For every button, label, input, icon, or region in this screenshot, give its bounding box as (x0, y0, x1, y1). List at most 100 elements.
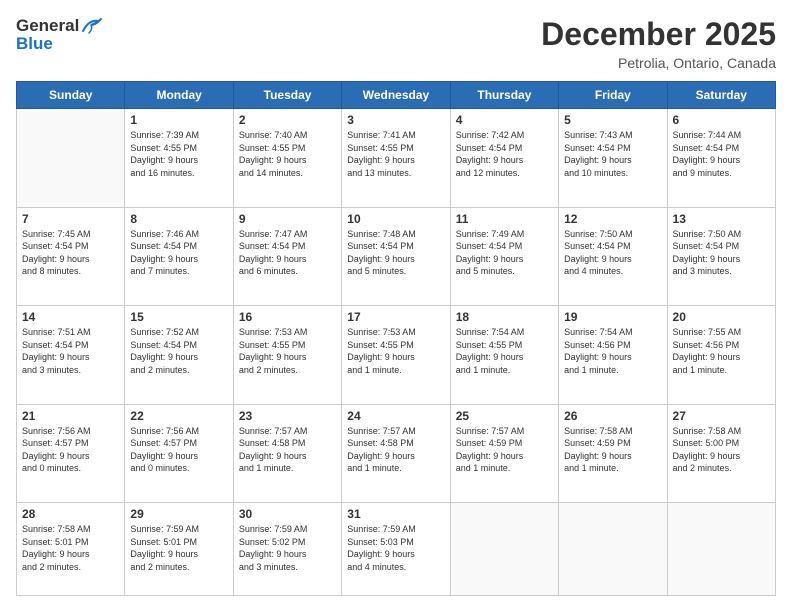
calendar-cell: 1Sunrise: 7:39 AM Sunset: 4:55 PM Daylig… (125, 109, 233, 208)
cell-info: Sunrise: 7:45 AM Sunset: 4:54 PM Dayligh… (22, 228, 119, 278)
cell-info: Sunrise: 7:58 AM Sunset: 4:59 PM Dayligh… (564, 425, 661, 475)
day-number: 12 (564, 212, 661, 226)
calendar-cell: 20Sunrise: 7:55 AM Sunset: 4:56 PM Dayli… (667, 306, 775, 405)
calendar-cell: 18 Sunrise: 7:54 AM Sunset: 4:55 PM Dayli… (450, 306, 558, 405)
cell-info: Sunrise: 7:56 AM Sunset: 4:57 PM Dayligh… (130, 425, 227, 475)
day-number: 21 (22, 409, 119, 423)
cell-info: Sunrise: 7:58 AM Sunset: 5:01 PM Dayligh… (22, 523, 119, 573)
page: General Blue December 2025 Petrolia, Ont… (0, 0, 792, 612)
day-number: 7 (22, 212, 119, 226)
cell-info: Sunrise: 7:59 AM Sunset: 5:03 PM Dayligh… (347, 523, 444, 573)
cell-info: Sunrise: 7:57 AM Sunset: 4:58 PM Dayligh… (347, 425, 444, 475)
cell-info: Sunrise: 7:54 AM Sunset: 4:55 PM Dayligh… (456, 326, 553, 376)
calendar-cell: 11 Sunrise: 7:49 AM Sunset: 4:54 PM Dayli… (450, 207, 558, 306)
calendar-cell (17, 109, 125, 208)
day-number: 14 (22, 310, 119, 324)
calendar-cell: 10 Sunrise: 7:48 AM Sunset: 4:54 PM Dayli… (342, 207, 450, 306)
cell-info: Sunrise: 7:44 AM Sunset: 4:54 PM Dayligh… (673, 129, 770, 179)
calendar-cell: 21 Sunrise: 7:56 AM Sunset: 4:57 PM Dayli… (17, 404, 125, 503)
day-number: 10 (347, 212, 444, 226)
cell-info: Sunrise: 7:47 AM Sunset: 4:54 PM Dayligh… (239, 228, 336, 278)
cell-info: Sunrise: 7:52 AM Sunset: 4:54 PM Dayligh… (130, 326, 227, 376)
cell-info: Sunrise: 7:50 AM Sunset: 4:54 PM Dayligh… (673, 228, 770, 278)
day-number: 30 (239, 507, 336, 521)
calendar-cell: 31 Sunrise: 7:59 AM Sunset: 5:03 PM Dayli… (342, 503, 450, 596)
cell-info: Sunrise: 7:48 AM Sunset: 4:54 PM Dayligh… (347, 228, 444, 278)
cell-info: Sunrise: 7:53 AM Sunset: 4:55 PM Dayligh… (239, 326, 336, 376)
calendar-cell: 9 Sunrise: 7:47 AM Sunset: 4:54 PM Daylig… (233, 207, 341, 306)
cell-info: Sunrise: 7:54 AM Sunset: 4:56 PM Dayligh… (564, 326, 661, 376)
day-number: 9 (239, 212, 336, 226)
calendar-cell: 30Sunrise: 7:59 AM Sunset: 5:02 PM Dayli… (233, 503, 341, 596)
calendar-cell: 26 Sunrise: 7:58 AM Sunset: 4:59 PM Dayli… (559, 404, 667, 503)
cell-info: Sunrise: 7:42 AM Sunset: 4:54 PM Dayligh… (456, 129, 553, 179)
day-number: 5 (564, 113, 661, 127)
cell-info: Sunrise: 7:56 AM Sunset: 4:57 PM Dayligh… (22, 425, 119, 475)
calendar-cell: 24Sunrise: 7:57 AM Sunset: 4:58 PM Dayli… (342, 404, 450, 503)
cell-info: Sunrise: 7:46 AM Sunset: 4:54 PM Dayligh… (130, 228, 227, 278)
cell-info: Sunrise: 7:49 AM Sunset: 4:54 PM Dayligh… (456, 228, 553, 278)
cell-info: Sunrise: 7:50 AM Sunset: 4:54 PM Dayligh… (564, 228, 661, 278)
logo-general: General (16, 16, 79, 36)
cell-info: Sunrise: 7:57 AM Sunset: 4:59 PM Dayligh… (456, 425, 553, 475)
cell-info: Sunrise: 7:55 AM Sunset: 4:56 PM Dayligh… (673, 326, 770, 376)
logo: General Blue (16, 16, 103, 54)
cell-info: Sunrise: 7:40 AM Sunset: 4:55 PM Dayligh… (239, 129, 336, 179)
calendar-cell: 27 Sunrise: 7:58 AM Sunset: 5:00 PM Dayli… (667, 404, 775, 503)
logo-bird-icon (81, 17, 103, 35)
calendar-cell: 8Sunrise: 7:46 AM Sunset: 4:54 PM Daylig… (125, 207, 233, 306)
calendar-cell: 22 Sunrise: 7:56 AM Sunset: 4:57 PM Dayli… (125, 404, 233, 503)
location: Petrolia, Ontario, Canada (541, 55, 776, 71)
day-header-tuesday: Tuesday (233, 82, 341, 109)
calendar-week-row: 21 Sunrise: 7:56 AM Sunset: 4:57 PM Dayli… (17, 404, 776, 503)
calendar-cell: 12 Sunrise: 7:50 AM Sunset: 4:54 PM Dayli… (559, 207, 667, 306)
cell-info: Sunrise: 7:51 AM Sunset: 4:54 PM Dayligh… (22, 326, 119, 376)
day-number: 2 (239, 113, 336, 127)
day-header-saturday: Saturday (667, 82, 775, 109)
calendar-cell: 7 Sunrise: 7:45 AM Sunset: 4:54 PM Daylig… (17, 207, 125, 306)
calendar-cell: 5 Sunrise: 7:43 AM Sunset: 4:54 PM Daylig… (559, 109, 667, 208)
day-number: 1 (130, 113, 227, 127)
cell-info: Sunrise: 7:43 AM Sunset: 4:54 PM Dayligh… (564, 129, 661, 179)
calendar-cell: 23Sunrise: 7:57 AM Sunset: 4:58 PM Dayli… (233, 404, 341, 503)
calendar-cell: 2 Sunrise: 7:40 AM Sunset: 4:55 PM Daylig… (233, 109, 341, 208)
day-number: 4 (456, 113, 553, 127)
day-number: 11 (456, 212, 553, 226)
day-number: 26 (564, 409, 661, 423)
day-number: 29 (130, 507, 227, 521)
calendar-week-row: 28 Sunrise: 7:58 AM Sunset: 5:01 PM Dayli… (17, 503, 776, 596)
day-header-sunday: Sunday (17, 82, 125, 109)
calendar-cell: 15 Sunrise: 7:52 AM Sunset: 4:54 PM Dayli… (125, 306, 233, 405)
day-header-wednesday: Wednesday (342, 82, 450, 109)
day-number: 19 (564, 310, 661, 324)
logo-blue: Blue (16, 34, 53, 54)
cell-info: Sunrise: 7:58 AM Sunset: 5:00 PM Dayligh… (673, 425, 770, 475)
calendar-cell: 25 Sunrise: 7:57 AM Sunset: 4:59 PM Dayli… (450, 404, 558, 503)
day-number: 25 (456, 409, 553, 423)
day-number: 13 (673, 212, 770, 226)
calendar-cell (450, 503, 558, 596)
day-number: 31 (347, 507, 444, 521)
calendar-cell: 28 Sunrise: 7:58 AM Sunset: 5:01 PM Dayli… (17, 503, 125, 596)
calendar-cell (667, 503, 775, 596)
cell-info: Sunrise: 7:59 AM Sunset: 5:01 PM Dayligh… (130, 523, 227, 573)
day-header-thursday: Thursday (450, 82, 558, 109)
calendar-cell: 19 Sunrise: 7:54 AM Sunset: 4:56 PM Dayli… (559, 306, 667, 405)
day-number: 27 (673, 409, 770, 423)
calendar: SundayMondayTuesdayWednesdayThursdayFrid… (16, 81, 776, 596)
calendar-cell: 6Sunrise: 7:44 AM Sunset: 4:54 PM Daylig… (667, 109, 775, 208)
month-title: December 2025 (541, 16, 776, 53)
day-number: 18 (456, 310, 553, 324)
calendar-cell (559, 503, 667, 596)
day-number: 28 (22, 507, 119, 521)
calendar-header-row: SundayMondayTuesdayWednesdayThursdayFrid… (17, 82, 776, 109)
calendar-week-row: 14 Sunrise: 7:51 AM Sunset: 4:54 PM Dayli… (17, 306, 776, 405)
calendar-cell: 14 Sunrise: 7:51 AM Sunset: 4:54 PM Dayli… (17, 306, 125, 405)
day-number: 15 (130, 310, 227, 324)
day-number: 3 (347, 113, 444, 127)
calendar-week-row: 1Sunrise: 7:39 AM Sunset: 4:55 PM Daylig… (17, 109, 776, 208)
cell-info: Sunrise: 7:57 AM Sunset: 4:58 PM Dayligh… (239, 425, 336, 475)
calendar-week-row: 7 Sunrise: 7:45 AM Sunset: 4:54 PM Daylig… (17, 207, 776, 306)
calendar-cell: 29 Sunrise: 7:59 AM Sunset: 5:01 PM Dayli… (125, 503, 233, 596)
day-number: 22 (130, 409, 227, 423)
